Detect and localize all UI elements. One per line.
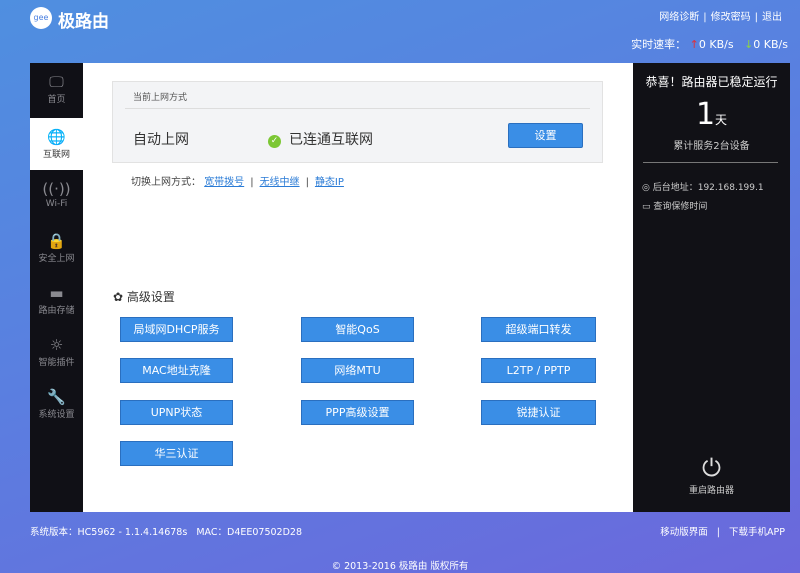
card-title: 当前上网方式	[133, 93, 188, 103]
connection-card: 当前上网方式 自动上网 ✓ 已连通互联网 设置	[112, 81, 603, 163]
mac-clone-button[interactable]: MAC地址克隆	[120, 358, 233, 383]
top-links: 网络诊断 | 修改密码 | 退出	[659, 12, 782, 23]
label: Wi-Fi	[45, 199, 68, 209]
mtu-button[interactable]: 网络MTU	[301, 358, 414, 383]
warranty-link[interactable]: ▭ 查询保修时间	[642, 199, 707, 212]
mac: MAC：D4EE07502D28	[196, 527, 303, 538]
l2tp-pptp-button[interactable]: L2TP / PPTP	[481, 358, 596, 383]
sidebar-item-plugins[interactable]: ☼ 智能插件	[30, 326, 83, 378]
dhcp-button[interactable]: 局域网DHCP服务	[120, 317, 233, 342]
logout-link[interactable]: 退出	[762, 12, 782, 23]
lock-icon: 🔒	[47, 232, 66, 250]
static-ip-link[interactable]: 静态IP	[315, 177, 344, 188]
label: 系统设置	[38, 410, 75, 420]
settings-button[interactable]: 设置	[508, 123, 583, 148]
label: 查询保修时间	[653, 202, 708, 212]
version-info: 系统版本：HC5962 - 1.1.4.14678s MAC：D4EE07502…	[30, 524, 302, 538]
label: 后台地址：192.168.199.1	[652, 183, 764, 193]
speed-label: 实时速率：	[631, 38, 687, 51]
wrench-icon: 🔧	[47, 388, 66, 406]
label: 路由存储	[38, 306, 75, 316]
sidebar: 🖵 首页 🌐 互联网 ((·)) Wi-Fi 🔒 安全上网 ▬ 路由存储 ☼ 智能插件 🔧 系…	[30, 63, 83, 512]
sidebar-item-wifi[interactable]: ((·)) Wi-Fi	[30, 170, 83, 222]
label: 互联网	[42, 150, 70, 160]
devices-served: 累计服务2台设备	[673, 141, 750, 152]
folder-icon: ▬	[49, 284, 64, 302]
sidebar-item-internet[interactable]: 🌐 互联网	[30, 118, 83, 170]
advanced-settings-title: ✿ 高级设置	[113, 288, 175, 305]
main-panel: 当前上网方式 自动上网 ✓ 已连通互联网 设置 切换上网方式： 宽带拨号 | 无线中继…	[83, 63, 633, 512]
sidebar-item-security[interactable]: 🔒 安全上网	[30, 222, 83, 274]
address-icon: ◎	[642, 183, 650, 193]
card-icon: ▭	[642, 202, 651, 212]
days-unit: 天	[715, 113, 728, 127]
label: 重启路由器	[688, 486, 734, 496]
sidebar-item-storage[interactable]: ▬ 路由存储	[30, 274, 83, 326]
bulb-icon: ☼	[49, 336, 64, 354]
uptime-headline: 恭喜！路由器已稳定运行	[645, 75, 778, 89]
label: 安全上网	[38, 254, 75, 264]
h3c-auth-button[interactable]: 华三认证	[120, 441, 233, 466]
divider	[125, 108, 590, 109]
pppoe-link[interactable]: 宽带拨号	[204, 177, 244, 188]
wifi-icon: ((·))	[42, 180, 71, 198]
qos-button[interactable]: 智能QoS	[301, 317, 414, 342]
gear-icon: ✿	[113, 290, 124, 304]
ruijie-auth-button[interactable]: 锐捷认证	[481, 400, 596, 425]
admin-address: ◎ 后台地址：192.168.199.1	[642, 180, 764, 193]
globe-icon: 🌐	[47, 128, 66, 146]
uptime-days: 1天	[633, 97, 790, 132]
connection-mode: 自动上网	[133, 132, 189, 148]
logo: gee	[30, 7, 52, 29]
upload-arrow-icon: ↑	[689, 38, 699, 51]
copyright: © 2013-2016 极路由 版权所有	[331, 561, 469, 572]
footer-links: 移动版界面 | 下载手机APP	[660, 527, 785, 538]
version: 系统版本：HC5962 - 1.1.4.14678s	[30, 527, 188, 538]
wireless-relay-link[interactable]: 无线中继	[260, 177, 300, 188]
download-arrow-icon: ↓	[744, 38, 754, 51]
connection-status: ✓ 已连通互联网	[268, 129, 373, 149]
realtime-speed: 实时速率： ↑0 KB/s ↓0 KB/s	[631, 36, 788, 52]
download-speed: 0 KB/s	[753, 38, 788, 51]
network-diagnosis-link[interactable]: 网络诊断	[659, 12, 699, 23]
days-value: 1	[695, 97, 716, 132]
label: 首页	[47, 95, 66, 105]
brand-name: 极路由	[58, 12, 109, 32]
sidebar-item-settings[interactable]: 🔧 系统设置	[30, 378, 83, 430]
label: 高级设置	[126, 290, 175, 304]
switch-mode: 切换上网方式： 宽带拨号 | 无线中继 | 静态IP	[131, 177, 344, 188]
switch-label: 切换上网方式：	[131, 177, 201, 188]
status-panel: 恭喜！路由器已稳定运行 1天 累计服务2台设备 ◎ 后台地址：192.168.1…	[633, 63, 790, 512]
upnp-button[interactable]: UPNP状态	[120, 400, 233, 425]
port-forward-button[interactable]: 超级端口转发	[481, 317, 596, 342]
status-text: 已连通互联网	[289, 132, 373, 148]
ppp-advanced-button[interactable]: PPP高级设置	[301, 400, 414, 425]
mobile-ui-link[interactable]: 移动版界面	[660, 527, 708, 538]
download-app-link[interactable]: 下载手机APP	[729, 527, 785, 538]
monitor-icon: 🖵	[49, 73, 64, 91]
label: 智能插件	[38, 358, 75, 368]
reboot-button[interactable]: ⏻ 重启路由器	[633, 453, 790, 496]
sidebar-item-home[interactable]: 🖵 首页	[30, 63, 83, 118]
change-password-link[interactable]: 修改密码	[711, 12, 751, 23]
divider	[643, 162, 778, 163]
check-icon: ✓	[268, 135, 281, 148]
power-icon: ⏻	[702, 454, 721, 482]
upload-speed: 0 KB/s	[698, 38, 734, 51]
